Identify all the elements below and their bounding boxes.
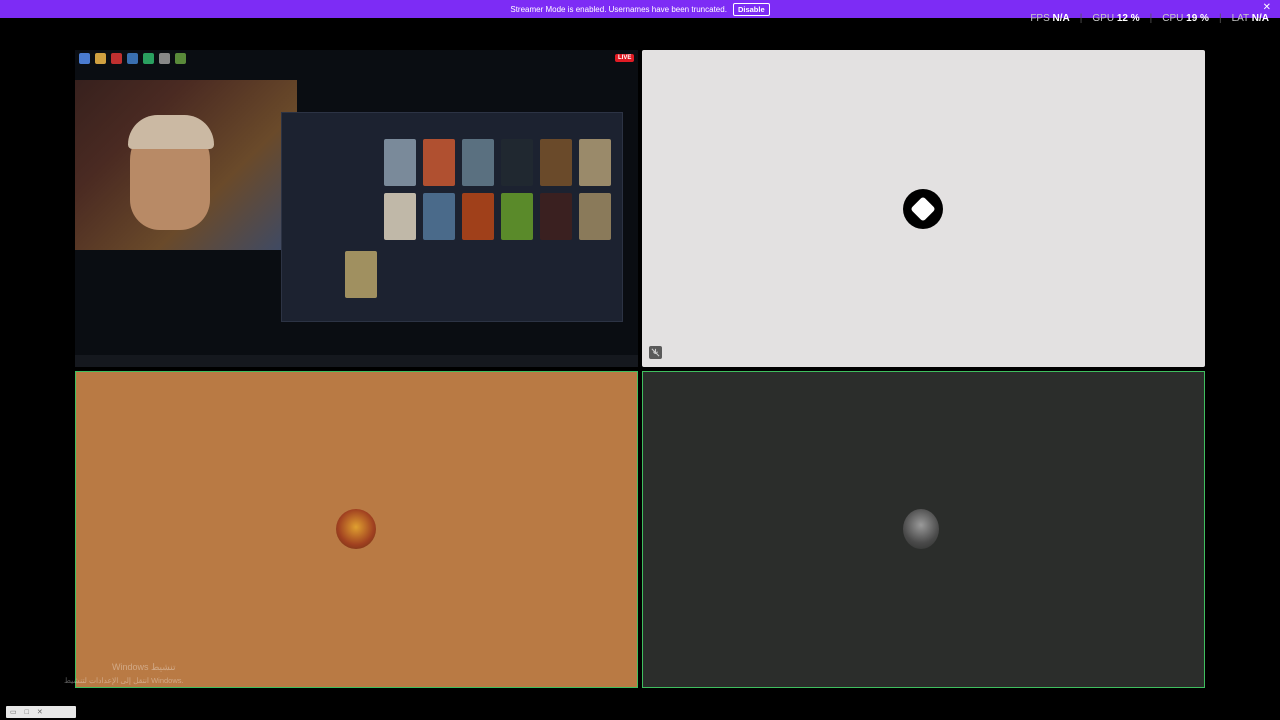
desktop-icon bbox=[79, 53, 90, 64]
game-cover bbox=[540, 193, 572, 240]
diamond-logo-shape bbox=[910, 196, 936, 222]
avatar-logo bbox=[903, 189, 943, 229]
desktop-icon bbox=[111, 53, 122, 64]
screen-share-tile[interactable]: LIVE bbox=[75, 50, 638, 367]
live-badge: LIVE bbox=[615, 54, 635, 62]
mic-muted-icon bbox=[649, 346, 662, 359]
mini-window-controls[interactable]: ▭ □ ✕ bbox=[6, 706, 76, 718]
performance-stats: FPS N/A | GPU 12 % | CPU 19 % | LAT N/A bbox=[1030, 13, 1269, 24]
webcam-overlay bbox=[75, 80, 297, 250]
participant-tile-orange[interactable]: Windows تنشيط bbox=[75, 371, 638, 688]
streamer-cap bbox=[128, 115, 214, 149]
avatar-user bbox=[336, 509, 376, 549]
game-cover bbox=[462, 139, 494, 186]
game-cover bbox=[540, 139, 572, 186]
game-cover bbox=[384, 193, 416, 240]
gpu-stat: GPU 12 % bbox=[1092, 13, 1140, 24]
stat-divider: | bbox=[1149, 13, 1153, 24]
game-cover bbox=[462, 193, 494, 240]
desktop-icon bbox=[159, 53, 170, 64]
cpu-stat: CPU 19 % bbox=[1162, 13, 1209, 24]
activation-watermark-title: Windows تنشيط bbox=[112, 662, 176, 672]
game-cover bbox=[501, 193, 533, 240]
game-cover bbox=[384, 139, 416, 186]
mic-muted-glyph bbox=[651, 348, 660, 357]
windows-taskbar bbox=[75, 355, 638, 367]
desktop-icon bbox=[175, 53, 186, 64]
game-cover bbox=[579, 139, 611, 186]
participant-tile-dark[interactable] bbox=[642, 371, 1205, 688]
fps-stat: FPS N/A bbox=[1030, 13, 1070, 24]
avatar-user bbox=[903, 509, 939, 549]
desktop-icon bbox=[127, 53, 138, 64]
game-cover bbox=[423, 139, 455, 186]
game-cover bbox=[345, 251, 377, 298]
banner-message: Streamer Mode is enabled. Usernames have… bbox=[510, 4, 727, 14]
close-icon[interactable]: ✕ bbox=[1263, 2, 1271, 13]
maximize-icon[interactable]: □ bbox=[25, 709, 29, 716]
desktop-icon bbox=[143, 53, 154, 64]
game-cover bbox=[501, 139, 533, 186]
restore-icon[interactable]: ▭ bbox=[10, 708, 17, 716]
participant-tile-logo[interactable] bbox=[642, 50, 1205, 367]
lat-stat: LAT N/A bbox=[1231, 13, 1269, 24]
stat-divider: | bbox=[1218, 13, 1222, 24]
game-cover bbox=[423, 193, 455, 240]
desktop-icon bbox=[95, 53, 106, 64]
close-icon[interactable]: ✕ bbox=[37, 708, 43, 716]
activation-watermark-text: انتقل إلى الإعدادات لتنشيط Windows. bbox=[64, 676, 184, 685]
game-cover bbox=[579, 193, 611, 240]
stat-divider: | bbox=[1079, 13, 1083, 24]
disable-streamer-mode-button[interactable]: Disable bbox=[732, 2, 770, 16]
game-launcher-window bbox=[281, 112, 623, 322]
